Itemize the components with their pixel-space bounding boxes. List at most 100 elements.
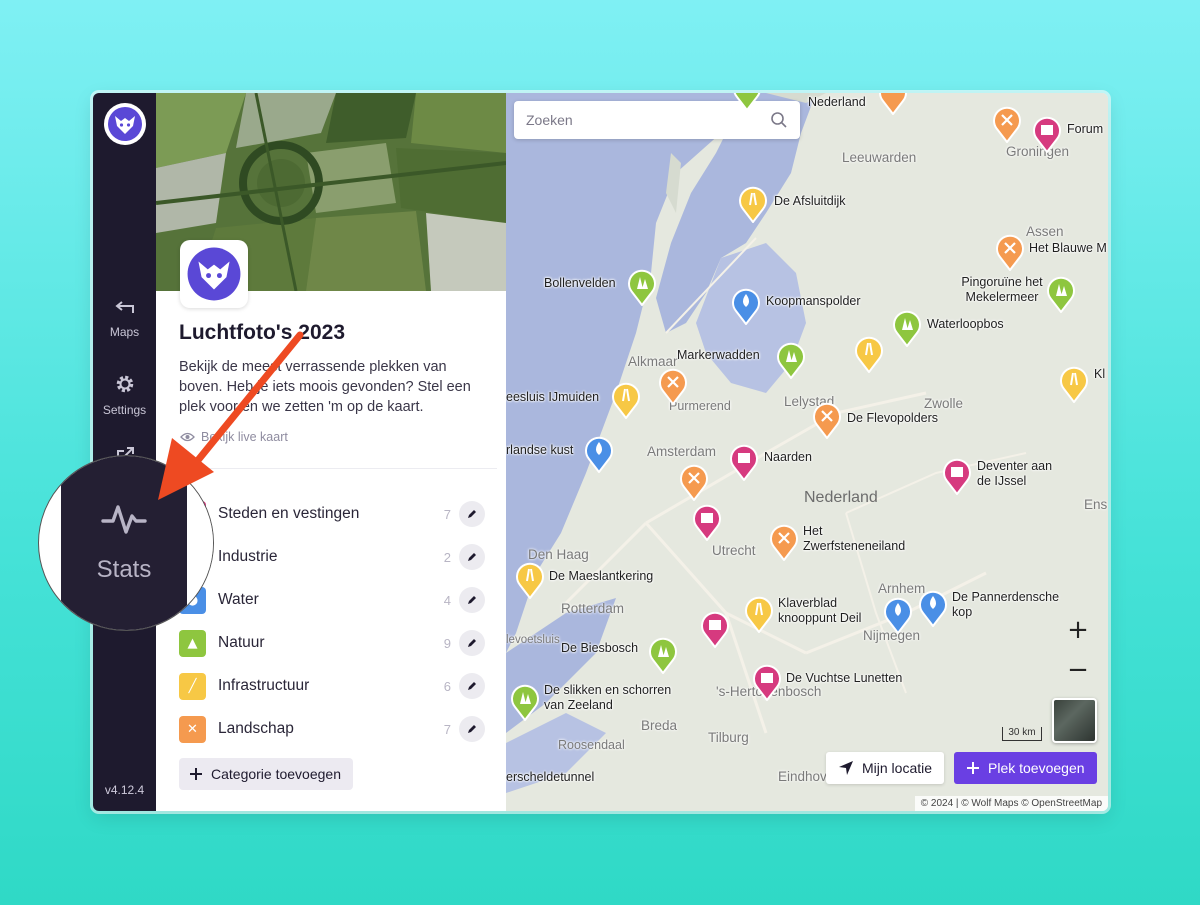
road-icon[interactable]: [854, 335, 884, 373]
my-location-label: Mijn locatie: [862, 760, 933, 776]
place-label: De Biesbosch: [561, 641, 639, 655]
drop-icon[interactable]: [584, 435, 614, 473]
add-place-label: Plek toevoegen: [988, 760, 1085, 776]
windmill-icon[interactable]: [769, 523, 799, 561]
road-icon[interactable]: [744, 595, 774, 633]
castle-icon[interactable]: [1032, 115, 1062, 153]
country-label: Nederland: [804, 489, 878, 506]
city-label: Tilburg: [708, 730, 749, 745]
category-row-industrie[interactable]: ▤ Industrie 2: [179, 543, 485, 571]
road-icon[interactable]: [1059, 365, 1089, 403]
trees-icon[interactable]: [1046, 275, 1076, 313]
city-label: Assen: [1026, 224, 1064, 239]
windmill-icon: ✕: [179, 715, 206, 743]
category-row-landschap[interactable]: ✕ Landschap 7: [179, 715, 485, 743]
city-label: Breda: [641, 718, 678, 733]
sidebar-item-maps[interactable]: Maps: [93, 299, 156, 339]
back-arrow-icon: [114, 301, 134, 313]
place-label: Deventer aan de IJssel: [977, 459, 1053, 488]
place-label: De Maeslantkering: [549, 569, 654, 583]
add-place-button[interactable]: Plek toevoegen: [954, 752, 1097, 784]
windmill-icon[interactable]: [679, 463, 709, 501]
trees-icon[interactable]: [776, 341, 806, 379]
city-label: Amsterdam: [647, 444, 717, 459]
sidebar: Maps Settings v4.12.4: [93, 93, 156, 811]
castle-icon[interactable]: [692, 503, 722, 541]
drop-icon[interactable]: [731, 287, 761, 325]
place-label: De slikken en schorren van Zeeland: [544, 683, 672, 712]
trees-icon[interactable]: [648, 636, 678, 674]
windmill-icon[interactable]: [992, 105, 1022, 143]
zoom-in-button[interactable]: +: [1062, 615, 1094, 647]
edit-category-button[interactable]: [459, 630, 485, 656]
category-label: Natuur: [218, 634, 265, 651]
place-label: Markerwadden: [677, 348, 760, 362]
road-icon: ╱: [179, 672, 206, 700]
drop-icon[interactable]: [883, 596, 913, 634]
city-label: Rotterdam: [561, 601, 625, 616]
place-label: Waterloopbos: [927, 317, 1004, 331]
road-icon[interactable]: [515, 561, 545, 599]
windmill-icon[interactable]: [878, 93, 908, 115]
app-logo[interactable]: [104, 103, 146, 145]
category-count: 2: [443, 549, 451, 565]
edit-category-button[interactable]: [459, 501, 485, 527]
pencil-icon: [468, 682, 476, 690]
place-label: rlandse kust: [506, 443, 574, 457]
category-row-natuur[interactable]: ▲ Natuur 9: [179, 629, 485, 657]
place-label: Pingoruïne het Mekelermeer: [961, 275, 1043, 304]
city-label: Zwolle: [924, 396, 964, 411]
category-row-infrastructuur[interactable]: ╱ Infrastructuur 6: [179, 672, 485, 700]
place-label: Forum: [1067, 122, 1104, 136]
city-label: Leeuwarden: [842, 150, 917, 165]
search-icon[interactable]: [770, 111, 788, 129]
sidebar-item-label: Settings: [102, 403, 147, 417]
navigation-arrow-icon: [839, 761, 853, 775]
sidebar-item-settings[interactable]: Settings: [93, 373, 156, 417]
add-category-button[interactable]: Categorie toevoegen: [179, 758, 353, 790]
gear-icon: [116, 375, 133, 393]
castle-icon[interactable]: [752, 663, 782, 701]
place-label: Het Zwerfsteneneiland: [803, 524, 906, 553]
edit-category-button[interactable]: [459, 673, 485, 699]
city-label: Ens: [1084, 497, 1108, 512]
road-icon[interactable]: [738, 185, 768, 223]
category-count: 7: [443, 506, 451, 522]
my-location-button[interactable]: Mijn locatie: [826, 752, 945, 784]
trees-icon: ▲: [179, 629, 206, 657]
trees-icon[interactable]: [732, 93, 762, 111]
search-input[interactable]: [526, 112, 770, 128]
road-icon[interactable]: [611, 381, 641, 419]
add-category-label: Categorie toevoegen: [211, 766, 341, 782]
map-view[interactable]: Leeuwarden Groningen Assen Alkmaar Purme…: [506, 93, 1108, 811]
category-label: Water: [218, 591, 259, 608]
category-label: Infrastructuur: [218, 677, 310, 694]
scale-bar: 30 km: [1002, 727, 1042, 741]
pencil-icon: [468, 596, 476, 604]
edit-category-button[interactable]: [459, 587, 485, 613]
drop-icon[interactable]: [918, 589, 948, 627]
trees-icon[interactable]: [510, 683, 540, 721]
edit-category-button[interactable]: [459, 716, 485, 742]
category-count: 6: [443, 678, 451, 694]
place-label: De Pannerdensche kop: [952, 590, 1060, 619]
windmill-icon[interactable]: [658, 367, 688, 405]
zoom-out-button[interactable]: −: [1062, 655, 1094, 687]
pulse-icon: [101, 505, 147, 534]
satellite-layer-toggle[interactable]: [1052, 698, 1097, 743]
windmill-icon[interactable]: [812, 401, 842, 439]
map-attribution: © 2024 | © Wolf Maps © OpenStreetMap: [914, 796, 1108, 811]
castle-icon[interactable]: [942, 457, 972, 495]
trees-icon[interactable]: [892, 309, 922, 347]
place-label: De Vuchtse Lunetten: [786, 671, 903, 685]
place-label: Koopmanspolder: [766, 294, 861, 308]
category-row-water[interactable]: ● Water 4: [179, 586, 485, 614]
place-label: De Afsluitdijk: [774, 194, 846, 208]
edit-category-button[interactable]: [459, 544, 485, 570]
category-count: 7: [443, 721, 451, 737]
trees-icon[interactable]: [627, 268, 657, 306]
castle-icon[interactable]: [700, 610, 730, 648]
city-label: levoetsluis: [506, 634, 560, 646]
castle-icon[interactable]: [729, 443, 759, 481]
windmill-icon[interactable]: [995, 233, 1025, 271]
